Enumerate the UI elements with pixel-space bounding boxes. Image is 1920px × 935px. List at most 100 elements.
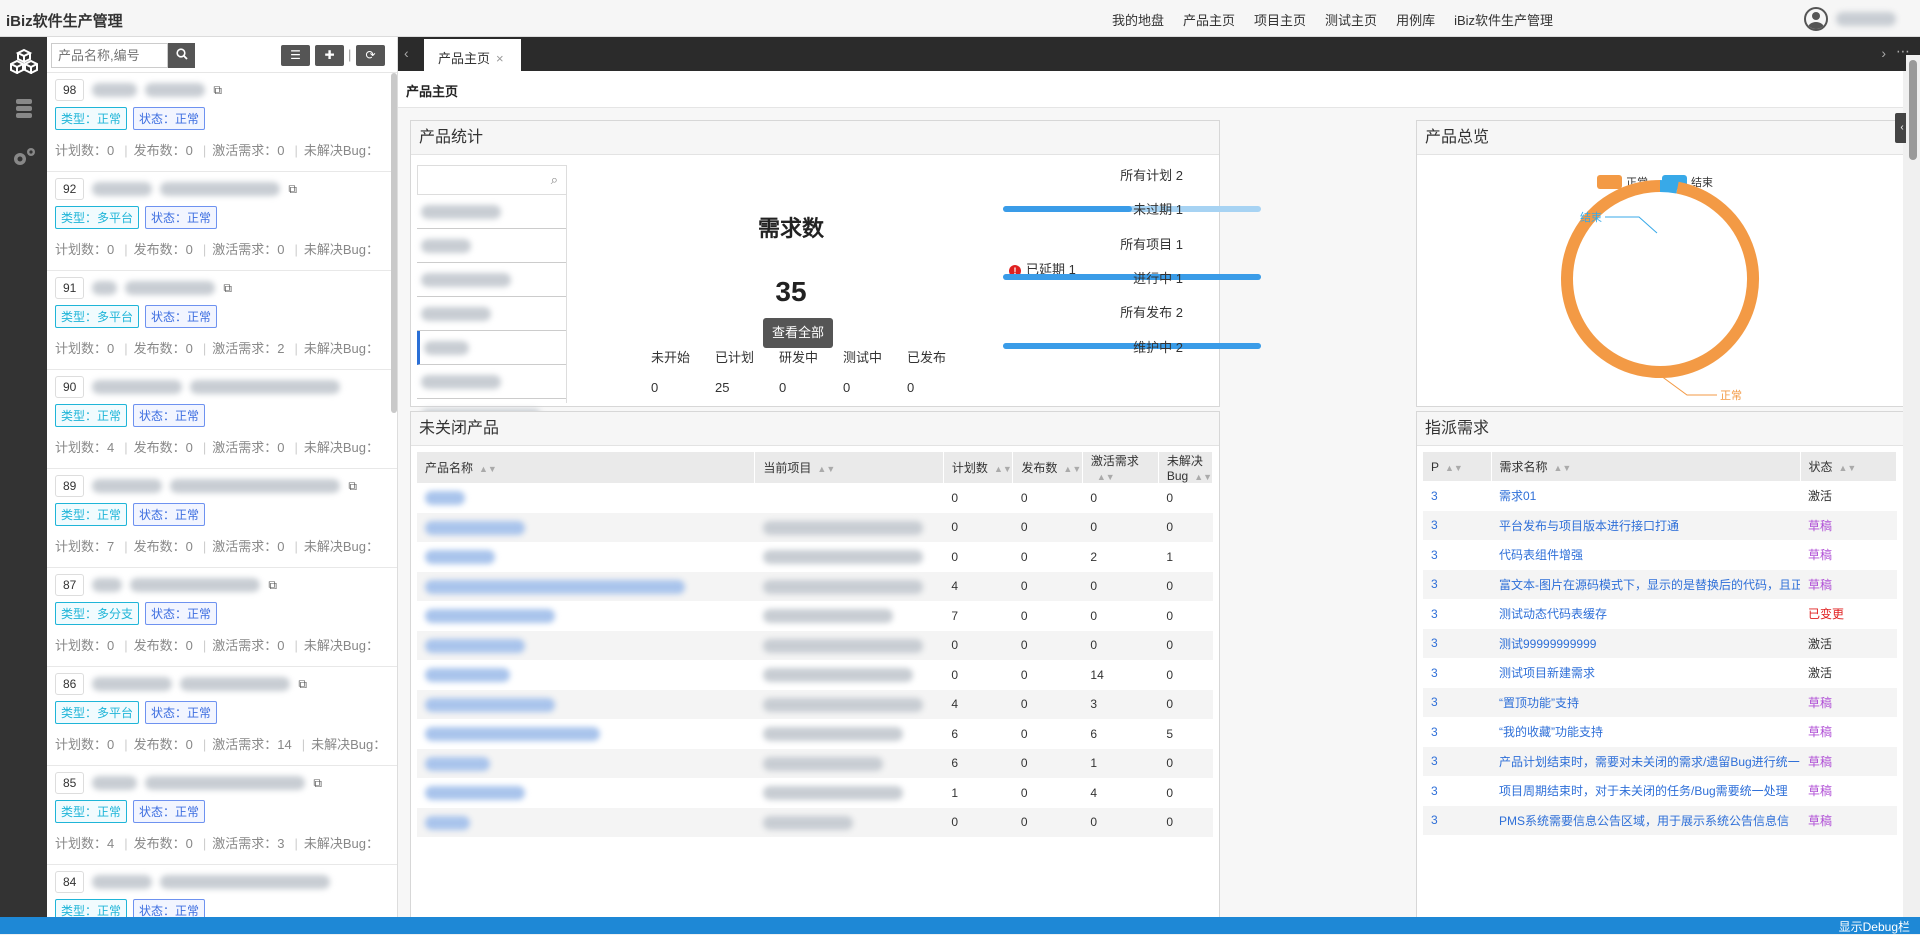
product-name-cell[interactable] [417,748,755,778]
add-icon[interactable]: ✚ [315,45,344,66]
list-item[interactable] [417,195,566,229]
user-menu[interactable] [1804,7,1896,31]
table-row[interactable]: 3 需求01 激活 [1423,481,1897,511]
current-project-cell[interactable] [754,571,944,601]
col-status[interactable]: 状态 ▲▼ [1800,452,1897,481]
table-row[interactable]: 7 0 0 0 [417,601,1213,631]
page-scrollbar[interactable] [1906,55,1920,917]
list-item[interactable]: 89 ⧉ 类型：正常 状态：正常 计划数：7 | 发布数：0 | 激活需求：0 | 未解决Bug… [47,469,397,568]
close-icon[interactable]: × [496,51,504,66]
view-all-button[interactable]: 查看全部 [763,318,833,348]
product-name-cell[interactable] [417,601,755,631]
nav-ibiz[interactable]: iBiz软件生产管理 [1454,10,1553,29]
req-name-link[interactable]: 测试动态代码表缓存 [1491,599,1800,629]
table-row[interactable]: 0 0 14 0 [417,660,1213,690]
product-cubes-icon[interactable] [0,37,47,85]
col-current-project[interactable]: 当前项目 ▲▼ [754,452,944,483]
req-name-link[interactable]: 平台发布与项目版本进行接口打通 [1491,510,1800,540]
nav-test-home[interactable]: 测试主页 [1325,10,1377,29]
table-row[interactable]: 3 PMS系统需要信息公告区域，用于展示系统公告信息信 草稿 [1423,805,1897,835]
table-row[interactable]: 3 测试99999999999 激活 [1423,628,1897,658]
scrollbar[interactable] [391,73,397,413]
list-item[interactable]: 84 类型：正常 状态：正常 [47,865,397,920]
table-row[interactable]: 4030 [417,689,1213,719]
table-row[interactable]: 3 测试动态代码表缓存 已变更 [1423,599,1897,629]
req-name-link[interactable]: “置顶功能”支持 [1491,687,1800,717]
list-item[interactable] [417,263,566,297]
table-row[interactable]: 3 代码表组件增强 草稿 [1423,540,1897,570]
req-name-link[interactable]: 富文本-图片在源码模式下，显示的是替换后的代码，且正 [1491,569,1800,599]
table-row[interactable]: 0 0 2 1 [417,542,1213,572]
product-search-input[interactable] [51,43,168,68]
list-item[interactable]: 86 ⧉ 类型：多平台 状态：正常 计划数：0 | 发布数：0 | 激活需求：14 | 未解决B… [47,667,397,766]
list-item-selected[interactable] [417,331,566,365]
product-name-cell[interactable] [417,542,755,572]
col-active-req[interactable]: 激活需求▲▼ [1082,452,1159,483]
nav-my-space[interactable]: 我的地盘 [1112,10,1164,29]
req-name-link[interactable]: 测试99999999999 [1491,628,1800,658]
current-project-cell[interactable] [755,483,944,513]
req-name-link[interactable]: 需求01 [1491,481,1800,511]
external-link-icon[interactable]: ⧉ [268,578,277,593]
req-name-link[interactable]: 代码表组件增强 [1491,540,1800,570]
scrollbar-thumb[interactable] [1909,60,1917,160]
product-name-cell[interactable] [417,778,755,808]
list-item[interactable] [417,229,566,263]
current-project-cell[interactable] [755,719,944,749]
nav-case-library[interactable]: 用例库 [1396,10,1435,29]
table-row[interactable]: 0000 [417,512,1213,542]
list-item[interactable]: 90 类型：正常 状态：正常 计划数：4 | 发布数：0 | 激活需求：0 | 未解决Bug： [47,370,397,469]
external-link-icon[interactable]: ⧉ [298,677,307,692]
current-project-cell[interactable] [754,748,944,778]
col-req-name[interactable]: 需求名称 ▲▼ [1491,452,1801,481]
product-name-cell[interactable] [417,630,755,660]
chevron-left-icon[interactable]: ‹ [404,45,409,61]
external-link-icon[interactable]: ⧉ [223,281,232,296]
list-item[interactable]: 87 ⧉ 类型：多分支 状态：正常 计划数：0 | 发布数：0 | 激活需求：0 | 未解决Bu… [47,568,397,667]
current-project-cell[interactable] [755,601,944,631]
list-item[interactable]: 92 ⧉ 类型：多平台 状态：正常 计划数：0 | 发布数：0 | 激活需求：0 | 未解决Bu… [47,172,397,271]
current-project-cell[interactable] [754,512,944,542]
current-project-cell[interactable] [755,778,944,808]
table-row[interactable]: 1 0 4 0 [417,778,1213,808]
table-row[interactable]: 3 “置顶功能”支持 草稿 [1423,687,1897,717]
list-view-icon[interactable]: ☰ [281,45,310,66]
col-priority[interactable]: P ▲▼ [1423,452,1492,481]
list-item[interactable]: 91 ⧉ 类型：多平台 状态：正常 计划数：0 | 发布数：0 | 激活需求：2 | 未解决Bu… [47,271,397,370]
col-open-bugs[interactable]: 未解决Bug ▲▼ [1158,452,1214,483]
req-name-link[interactable]: “我的收藏”功能支持 [1491,717,1800,747]
current-project-cell[interactable] [755,660,944,690]
req-name-link[interactable]: 测试项目新建需求 [1491,658,1800,688]
product-name-cell[interactable] [417,689,755,719]
tab-product-home[interactable]: 产品主页 × [424,39,521,71]
table-row[interactable]: 3 产品计划结束时，需要对未关闭的需求/遗留Bug进行统一 草稿 [1423,746,1897,776]
external-link-icon[interactable]: ⧉ [313,776,322,791]
table-row[interactable]: 0000 [417,630,1213,660]
table-row[interactable]: 6010 [417,748,1213,778]
external-link-icon[interactable]: ⧉ [288,182,297,197]
table-row[interactable]: 0000 [417,807,1213,837]
current-project-cell[interactable] [754,807,944,837]
list-item[interactable]: 85 ⧉ 类型：正常 状态：正常 计划数：4 | 发布数：0 | 激活需求：3 | 未解决Bug… [47,766,397,865]
product-name-cell[interactable] [417,483,755,513]
list-item[interactable]: 98 ⧉ 类型：正常 状态：正常 计划数：0 | 发布数：0 | 激活需求：0 | 未解决Bug… [47,73,397,172]
chevron-right-icon[interactable]: › [1881,45,1886,61]
table-row[interactable]: 3 平台发布与项目版本进行接口打通 草稿 [1423,510,1897,540]
nav-project-home[interactable]: 项目主页 [1254,10,1306,29]
product-name-cell[interactable] [417,719,755,749]
list-item[interactable] [417,297,566,331]
settings-gears-icon[interactable] [0,133,47,181]
product-name-cell[interactable] [417,512,755,542]
table-row[interactable]: 0000 [417,483,1213,513]
col-product-name[interactable]: 产品名称 ▲▼ [417,452,756,483]
table-row[interactable]: 6 0 6 5 [417,719,1213,749]
table-row[interactable]: 3 测试项目新建需求 激活 [1423,658,1897,688]
external-link-icon[interactable]: ⧉ [213,83,222,98]
external-link-icon[interactable]: ⧉ [348,479,357,494]
search-icon[interactable] [168,43,195,68]
current-project-cell[interactable] [754,630,944,660]
refresh-icon[interactable]: ⟳ [356,45,385,66]
list-item[interactable] [417,365,566,399]
col-plans[interactable]: 计划数 ▲▼ [943,452,1014,483]
database-icon[interactable] [0,85,47,133]
